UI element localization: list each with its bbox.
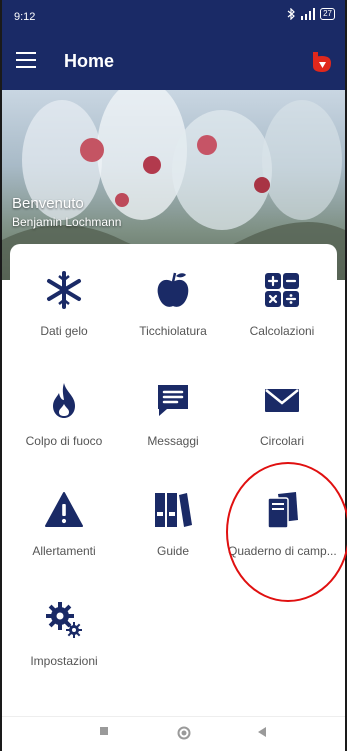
page-title: Home [64,51,115,71]
welcome-text: Benvenuto [12,195,84,212]
tile-label: Quaderno di camp... [228,544,337,558]
tile-label: Ticchiolatura [139,324,207,338]
apple-icon [157,272,189,307]
user-name: Benjamin Lochmann [12,215,122,229]
tile-label: Messaggi [147,434,199,448]
message-icon [158,385,188,416]
home-icon[interactable] [177,726,191,740]
tile-label: Circolari [259,434,304,448]
snowflake-icon [47,271,81,309]
tile-circolari[interactable]: Circolari [228,354,336,464]
binders-icon [155,493,192,527]
fire-icon [53,383,75,418]
tile-label: Allertamenti [32,544,96,558]
brand-logo-icon [313,52,331,72]
calculator-icon [265,273,299,307]
app-bar: Home [2,34,345,90]
envelope-icon [265,389,299,412]
tile-label: Colpo di fuoco [25,434,103,448]
tile-label: Guide [156,544,190,558]
tile-dati-gelo[interactable]: Dati gelo [10,244,118,354]
menu-grid: Dati gelo Ticchiolatura Calcolazioni Col… [10,244,337,684]
tile-label: Impostazioni [30,654,98,668]
gears-icon [46,602,82,638]
tile-impostazioni[interactable]: Impostazioni [10,574,118,684]
tile-label: Dati gelo [40,324,88,338]
tile-colpo-di-fuoco[interactable]: Colpo di fuoco [10,354,118,464]
notebook-icon [267,492,298,529]
battery-icon: 27 [320,8,335,20]
hamburger-icon[interactable] [16,52,36,68]
signal-icon [301,8,316,20]
tile-ticchiolatura[interactable]: Ticchiolatura [119,244,227,354]
tile-calcolazioni[interactable]: Calcolazioni [228,244,336,354]
bluetooth-icon [287,8,295,20]
nav-bar [2,716,345,751]
tile-label: Calcolazioni [249,324,315,338]
status-time: 9:12 [14,11,36,23]
tile-guide[interactable]: Guide [119,464,227,574]
recents-icon[interactable] [99,726,109,736]
tile-quaderno-di-campagna[interactable]: Quaderno di camp... [228,464,337,574]
tile-messaggi[interactable]: Messaggi [119,354,227,464]
status-bar: 9:12 27 [2,0,345,34]
tile-allertamenti[interactable]: Allertamenti [10,464,118,574]
back-icon[interactable] [257,726,267,738]
status-icons: 27 [287,8,335,20]
warning-icon [45,492,83,527]
